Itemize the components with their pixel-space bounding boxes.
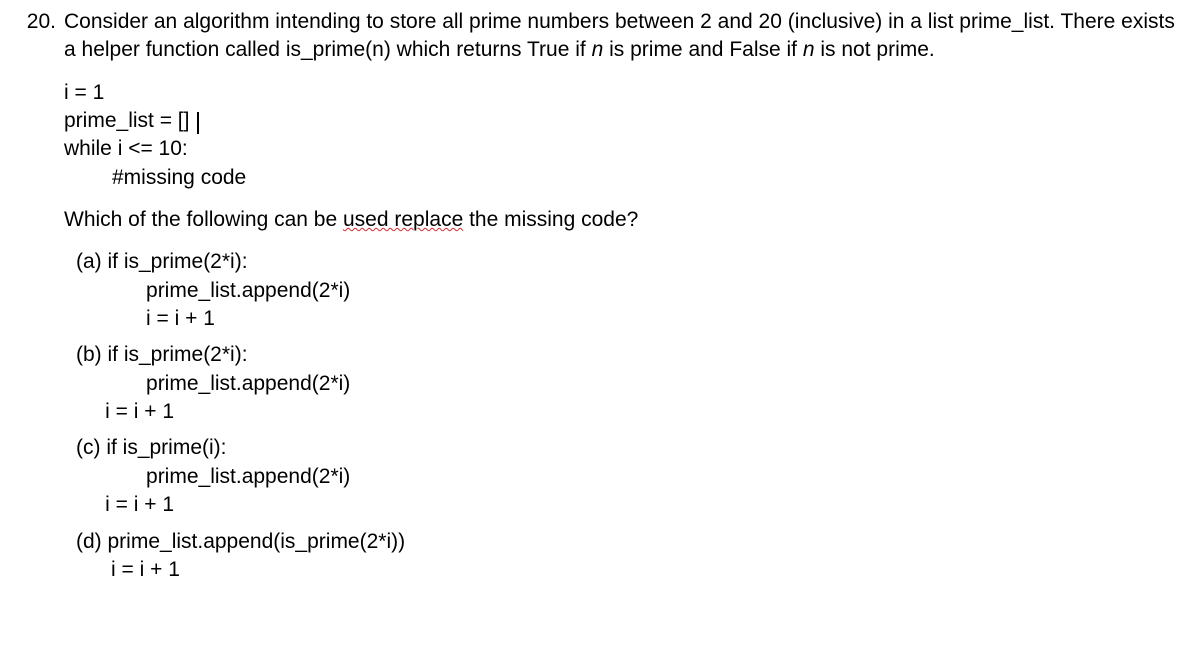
option-b: (b) if is_prime(2*i): prime_list.append(… [76,341,1182,426]
option-c-line2: prime_list.append(2*i) [76,463,1182,491]
option-d: (d) prime_list.append(is_prime(2*i)) i =… [76,528,1182,585]
stem-italic-1: n [592,38,604,61]
option-a: (a) if is_prime(2*i): prime_list.append(… [76,248,1182,333]
code-line-1: i = 1 [64,79,1182,107]
option-c: (c) if is_prime(i): prime_list.append(2*… [76,434,1182,519]
prompt-before: Which of the following can be [64,208,343,231]
stem-text-2: is prime and False if [603,38,803,61]
code-line-2: prime_list = [] [64,107,1182,135]
question-stem: Consider an algorithm intending to store… [64,8,1182,65]
question-body: Consider an algorithm intending to store… [64,8,1182,592]
option-a-line1: (a) if is_prime(2*i): [76,248,1182,276]
question-number: 20. [18,8,56,592]
text-cursor [197,112,199,134]
option-d-line2: i = i + 1 [76,556,1182,584]
option-b-line3: i = i + 1 [76,398,1182,426]
options-list: (a) if is_prime(2*i): prime_list.append(… [76,248,1182,584]
option-b-line2: prime_list.append(2*i) [76,370,1182,398]
option-a-line2: prime_list.append(2*i) [76,277,1182,305]
option-d-line1: (d) prime_list.append(is_prime(2*i)) [76,528,1182,556]
option-c-line3: i = i + 1 [76,491,1182,519]
code-block: i = 1 prime_list = [] while i <= 10: #mi… [64,79,1182,192]
option-a-line3: i = i + 1 [76,305,1182,333]
option-b-line1: (b) if is_prime(2*i): [76,341,1182,369]
code-line-4: #missing code [64,164,1182,192]
option-c-line1: (c) if is_prime(i): [76,434,1182,462]
question-container: 20. Consider an algorithm intending to s… [18,8,1182,592]
stem-text-3: is not prime. [815,38,935,61]
prompt-after: the missing code? [463,208,638,231]
stem-italic-2: n [803,38,815,61]
code-line-3: while i <= 10: [64,135,1182,163]
code-line-2-text: prime_list = [] [64,109,195,132]
question-prompt: Which of the following can be used repla… [64,206,1182,234]
prompt-wavy: used replace [343,208,463,231]
